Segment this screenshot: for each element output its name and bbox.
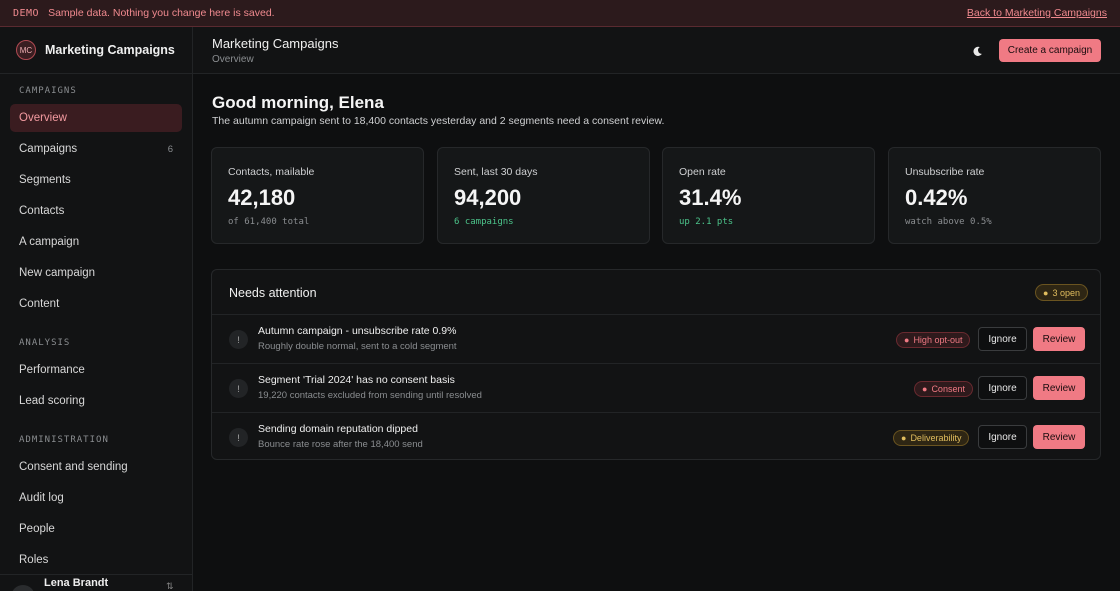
section-label-campaigns: CAMPAIGNS	[19, 86, 77, 96]
review-button[interactable]: Review	[1033, 327, 1085, 351]
item-title: Segment 'Trial 2024' has no consent basi…	[258, 374, 455, 386]
open-count: 3 open	[1052, 287, 1080, 298]
sidebar-item-label: Audit log	[19, 492, 64, 504]
item-detail: Bounce rate rose after the 18,400 send	[258, 439, 423, 450]
sidebar-item-performance[interactable]: Performance	[10, 356, 182, 384]
review-button[interactable]: Review	[1033, 425, 1085, 449]
stat-value: 31.4%	[679, 185, 742, 210]
ignore-button[interactable]: Ignore	[978, 327, 1027, 351]
item-detail: Roughly double normal, sent to a cold se…	[258, 341, 457, 352]
stat-label: Sent, last 30 days	[454, 166, 538, 178]
review-button[interactable]: Review	[1033, 376, 1085, 400]
item-detail: 19,220 contacts excluded from sending un…	[258, 390, 482, 401]
tag-badge: ● Consent	[914, 381, 973, 397]
breadcrumb: Overview	[212, 54, 254, 65]
sidebar-item-label: People	[19, 523, 55, 535]
sidebar-item-segments[interactable]: Segments	[10, 166, 182, 194]
sidebar-item-content[interactable]: Content	[10, 290, 182, 318]
sidebar-item-consent[interactable]: Consent and sending	[10, 453, 182, 481]
sidebar-item-label: A campaign	[19, 236, 80, 248]
stat-note: of 61,400 total	[228, 217, 310, 227]
item-title: Sending domain reputation dipped	[258, 423, 418, 435]
sidebar-item-contacts[interactable]: Contacts	[10, 197, 182, 225]
sidebar-item-audit-log[interactable]: Audit log	[10, 484, 182, 512]
stat-card-contacts: Contacts, mailable 42,180 of 61,400 tota…	[211, 147, 424, 244]
stat-card-sent: Sent, last 30 days 94,200 6 campaigns	[437, 147, 650, 244]
stat-label: Open rate	[679, 166, 726, 178]
tag-label: High opt-out	[913, 335, 963, 345]
stat-note: up 2.1 pts	[679, 217, 734, 227]
page-title: Marketing Campaigns	[212, 36, 339, 51]
demo-message: Sample data. Nothing you change here is …	[48, 7, 275, 19]
sidebar-item-overview[interactable]: Overview	[10, 104, 182, 132]
sidebar-item-label: Consent and sending	[19, 461, 128, 473]
list-item: ! Autumn campaign - unsubscribe rate 0.9…	[212, 314, 1100, 363]
stat-note: 6 campaigns	[454, 217, 514, 227]
sidebar-item-label: Content	[19, 298, 60, 310]
status-badge: ● 3 open	[1035, 284, 1088, 301]
user-footer[interactable]: LB Lena Brandt ⇅	[0, 574, 192, 591]
needs-attention-panel: Needs attention ● 3 open ! Autumn campai…	[211, 269, 1101, 460]
user-name: Lena Brandt	[44, 577, 109, 589]
sidebar-item-new-campaign[interactable]: New campaign	[10, 259, 182, 287]
create-campaign-button[interactable]: Create a campaign	[999, 39, 1101, 62]
sidebar-item-label: Segments	[19, 174, 71, 186]
tag-badge: ● Deliverability	[893, 430, 970, 446]
alert-icon: !	[229, 428, 248, 447]
back-link[interactable]: Back to Marketing Campaigns	[967, 7, 1107, 19]
app-logo: MC	[16, 40, 36, 60]
alert-icon: !	[229, 379, 248, 398]
sidebar-item-label: Contacts	[19, 205, 65, 217]
item-title: Autumn campaign - unsubscribe rate 0.9%	[258, 325, 457, 337]
list-item: ! Segment 'Trial 2024' has no consent ba…	[212, 363, 1100, 412]
stat-card-unsubscribe: Unsubscribe rate 0.42% watch above 0.5%	[888, 147, 1101, 244]
sidebar-item-label: Roles	[19, 554, 49, 566]
brand: MC Marketing Campaigns	[0, 27, 192, 74]
app-name: Marketing Campaigns	[45, 43, 175, 57]
stat-value: 42,180	[228, 185, 296, 210]
sidebar-item-roles[interactable]: Roles	[10, 546, 182, 574]
greeting-subtitle: The autumn campaign sent to 18,400 conta…	[212, 115, 665, 127]
tag-label: Consent	[931, 384, 965, 394]
ignore-button[interactable]: Ignore	[978, 376, 1027, 400]
greeting: Good morning, Elena	[212, 93, 384, 112]
tag-badge: ● High opt-out	[896, 332, 971, 348]
stat-value: 94,200	[454, 185, 522, 210]
sidebar-item-label: Performance	[19, 364, 85, 376]
expand-icon[interactable]: ⇅	[166, 581, 174, 591]
topbar: Marketing Campaigns Overview Create a ca…	[193, 27, 1120, 74]
section-label-analysis: ANALYSIS	[19, 338, 71, 348]
panel-title: Needs attention	[229, 286, 317, 300]
sidebar-item-label: Overview	[19, 112, 67, 124]
moon-icon[interactable]	[969, 43, 985, 59]
avatar: LB	[11, 585, 35, 591]
tag-label: Deliverability	[910, 433, 962, 443]
list-item: ! Sending domain reputation dipped Bounc…	[212, 412, 1100, 461]
stat-card-open-rate: Open rate 31.4% up 2.1 pts	[662, 147, 875, 244]
sidebar-item-label: Lead scoring	[19, 395, 85, 407]
sidebar-item-lead-scoring[interactable]: Lead scoring	[10, 387, 182, 415]
stat-value: 0.42%	[905, 185, 968, 210]
demo-banner: DEMO Sample data. Nothing you change her…	[0, 0, 1120, 27]
campaigns-count: 6	[167, 143, 173, 155]
sidebar-item-people[interactable]: People	[10, 515, 182, 543]
sidebar-item-a-campaign[interactable]: A campaign	[10, 228, 182, 256]
alert-icon: !	[229, 330, 248, 349]
stat-note: watch above 0.5%	[905, 217, 992, 227]
demo-tag: DEMO	[13, 7, 40, 19]
sidebar-item-campaigns[interactable]: Campaigns 6	[10, 135, 182, 163]
stat-label: Contacts, mailable	[228, 166, 315, 178]
section-label-administration: ADMINISTRATION	[19, 435, 109, 445]
stat-label: Unsubscribe rate	[905, 166, 985, 178]
sidebar: MC Marketing Campaigns CAMPAIGNS Overvie…	[0, 27, 193, 591]
ignore-button[interactable]: Ignore	[978, 425, 1027, 449]
sidebar-item-label: Campaigns	[19, 143, 78, 155]
sidebar-item-label: New campaign	[19, 267, 96, 279]
